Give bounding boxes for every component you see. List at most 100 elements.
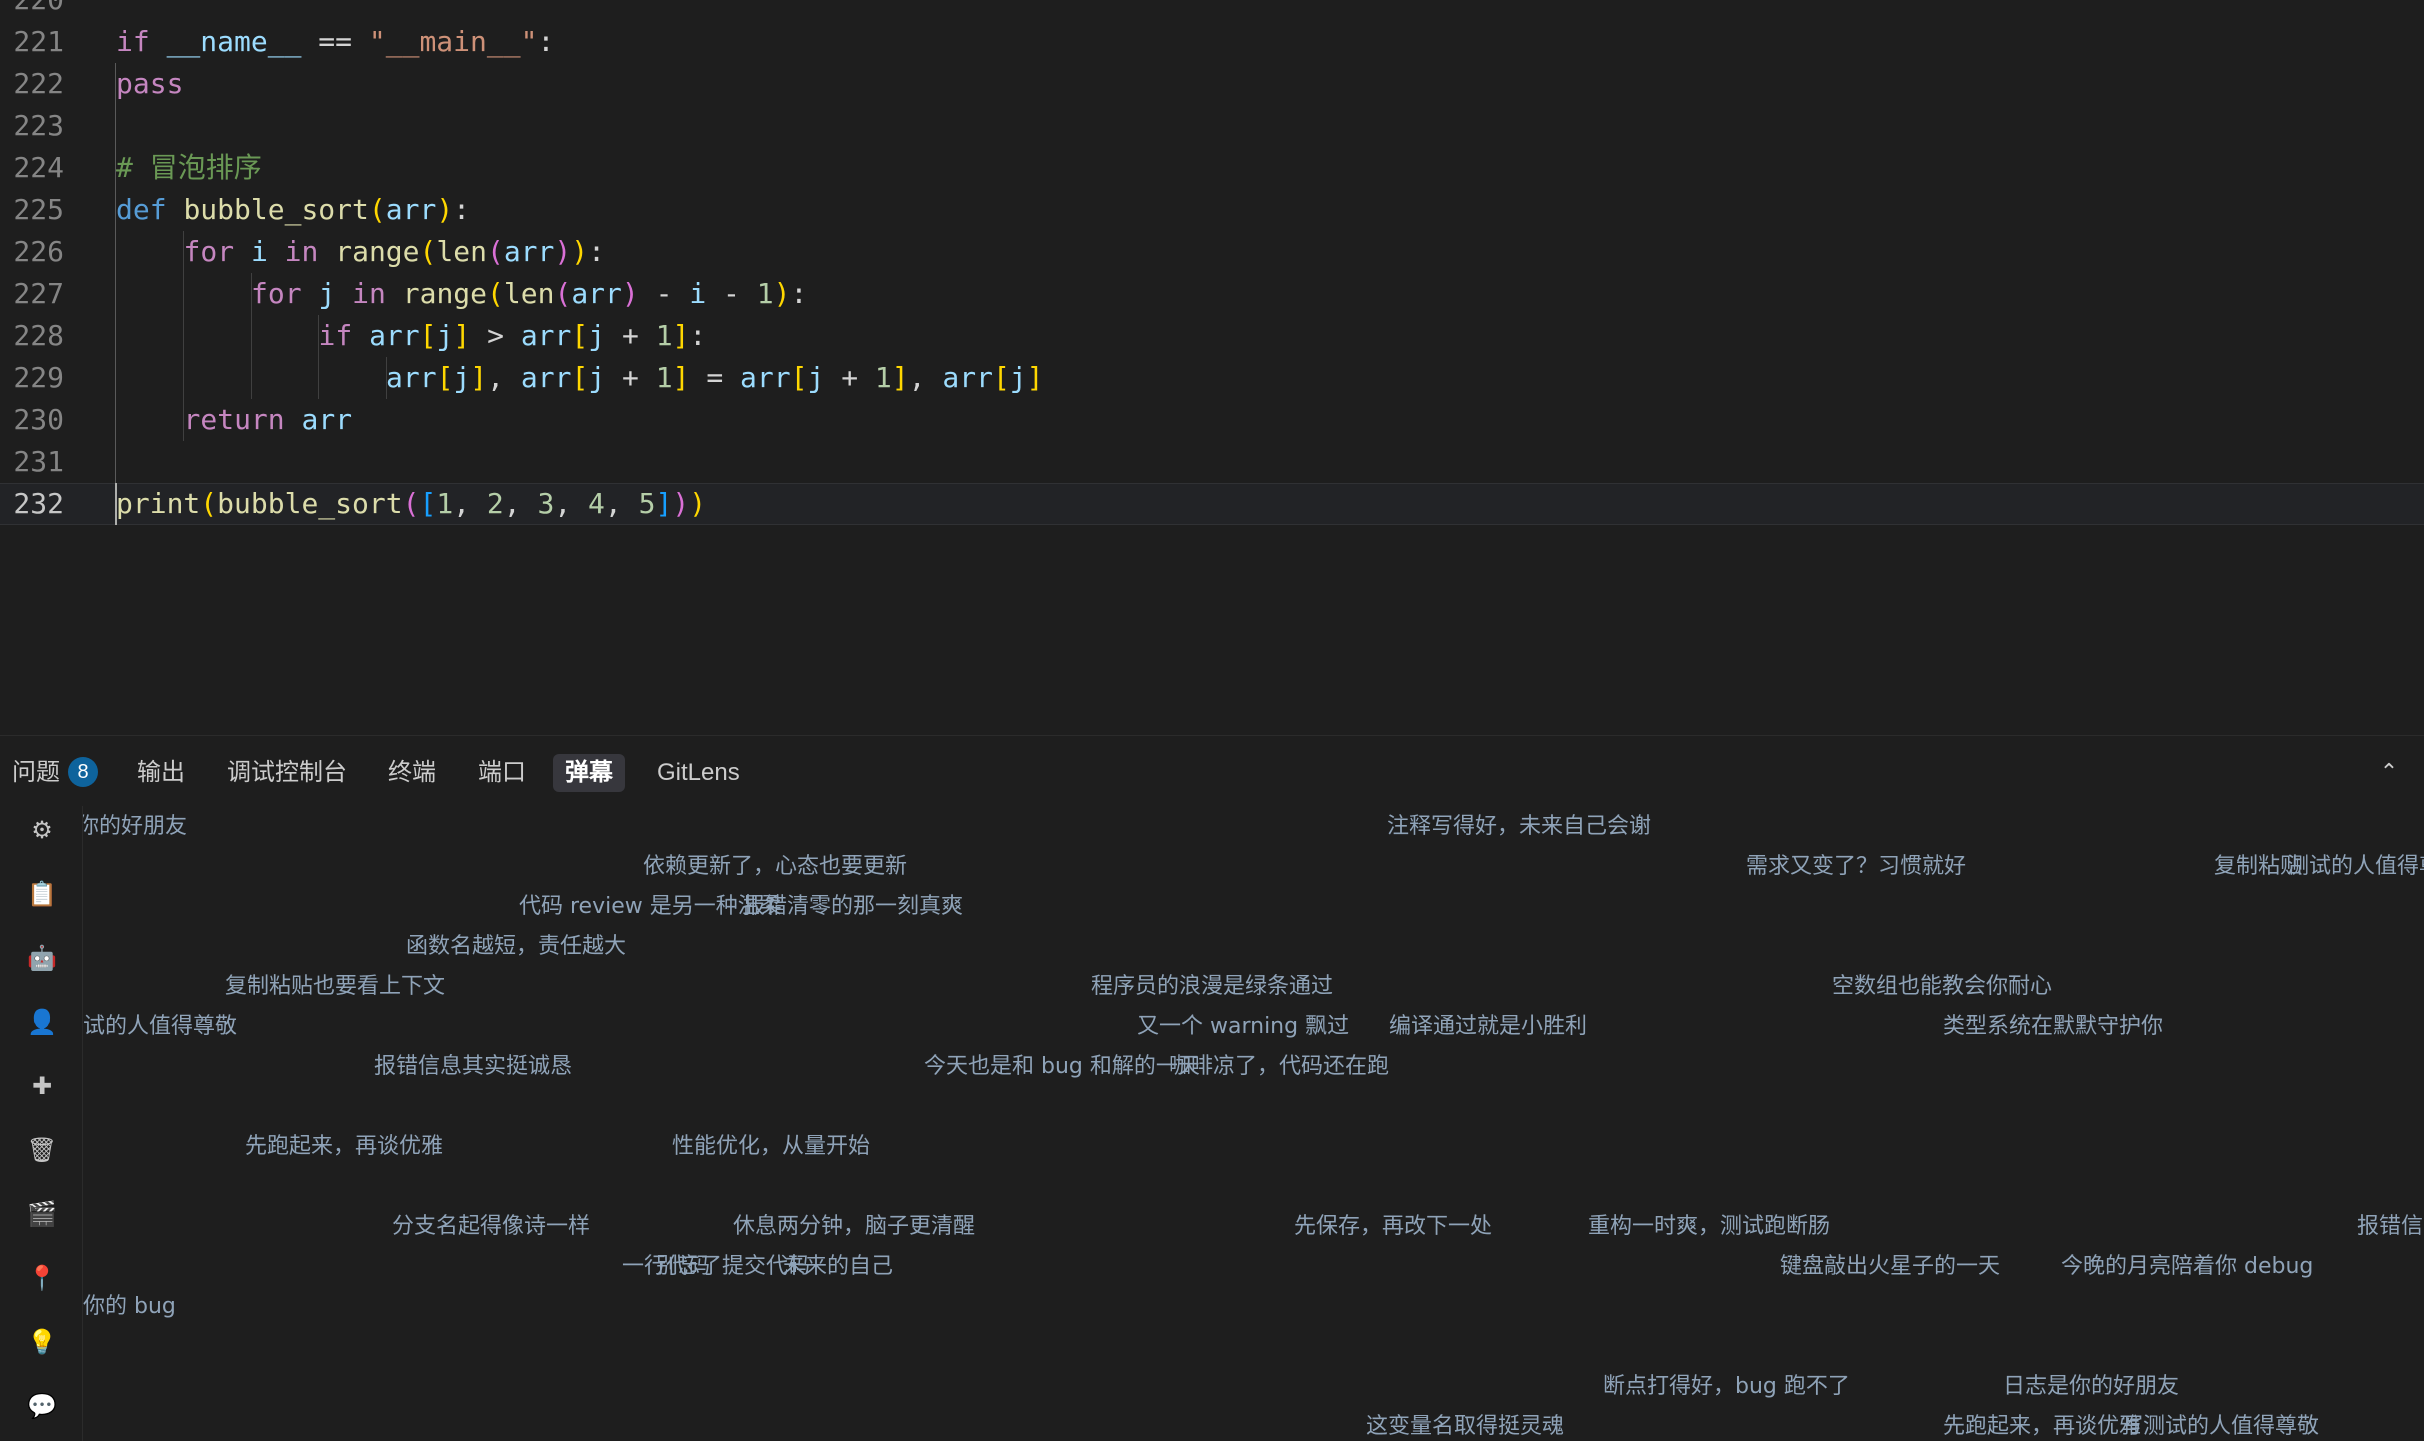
code-token: return bbox=[183, 403, 285, 436]
line-number: 223 bbox=[13, 109, 64, 142]
indent-guide-root bbox=[115, 273, 116, 315]
code-token: for bbox=[251, 277, 302, 310]
code-token: i bbox=[250, 235, 268, 268]
tab-label: 终端 bbox=[388, 759, 436, 786]
code-token: for bbox=[183, 235, 235, 268]
user-icon[interactable]: 👤 bbox=[26, 1006, 58, 1038]
tab-output[interactable]: 输出 bbox=[125, 754, 197, 792]
danmaku-comment: 试的人值得尊敬 bbox=[83, 1014, 238, 1039]
code-line[interactable]: 223 bbox=[0, 105, 2424, 147]
code-token: ) bbox=[672, 487, 690, 520]
danmaku-comment: 又一个 warning 飘过 bbox=[1137, 1014, 1350, 1039]
tab-label: GitLens bbox=[657, 759, 740, 786]
problems-count-badge: 8 bbox=[68, 756, 98, 787]
indent-guide bbox=[250, 315, 252, 357]
code-token: j bbox=[588, 361, 606, 394]
code-line[interactable]: 228 if arr[j] > arr[j + 1]: bbox=[0, 315, 2424, 357]
code-lines[interactable]: 220221if __name__ == "__main__":222pass 2… bbox=[0, 0, 2424, 525]
code-token: : bbox=[537, 25, 555, 58]
code-token: ] bbox=[672, 361, 690, 394]
tab-problems[interactable]: 问题 8 bbox=[0, 754, 110, 792]
tab-terminal[interactable]: 终端 bbox=[376, 754, 448, 792]
code-token: ] bbox=[470, 361, 488, 394]
code-token: - bbox=[706, 277, 757, 310]
code-token: ] bbox=[1026, 361, 1044, 394]
code-editor[interactable]: 220221if __name__ == "__main__":222pass 2… bbox=[0, 0, 2424, 735]
danmaku-comment: 程序员的浪漫是绿条通过 bbox=[1091, 974, 1334, 999]
code-token: ) bbox=[571, 235, 589, 268]
code-line[interactable]: 231 bbox=[0, 441, 2424, 483]
code-token: [ bbox=[436, 361, 454, 394]
code-token: , bbox=[908, 361, 943, 394]
code-token: j bbox=[1009, 361, 1027, 394]
gear-icon[interactable]: ⚙ bbox=[26, 814, 58, 846]
code-token: arr bbox=[386, 361, 437, 394]
code-text: # 冒泡排序 bbox=[116, 147, 262, 189]
code-token: , bbox=[554, 487, 589, 520]
lightbulb-icon[interactable]: 💡 bbox=[26, 1326, 58, 1358]
plus-icon[interactable]: ✚ bbox=[26, 1070, 58, 1102]
code-token: i bbox=[689, 277, 707, 310]
code-line[interactable]: 229 arr[j], arr[j + 1] = arr[j + 1], arr[… bbox=[0, 357, 2424, 399]
code-line[interactable]: 222 pass bbox=[0, 63, 2424, 105]
code-token: bubble_sort bbox=[217, 487, 403, 520]
code-token: len bbox=[503, 277, 555, 310]
tab-debug-console[interactable]: 调试控制台 bbox=[215, 754, 359, 792]
tab-danmaku[interactable]: 弹幕 bbox=[553, 754, 625, 792]
code-token: [ bbox=[419, 487, 437, 520]
danmaku-comment: 未来的自己 bbox=[783, 1254, 894, 1279]
code-line[interactable]: 225 def bubble_sort(arr): bbox=[0, 189, 2424, 231]
indent-guide-root bbox=[115, 399, 116, 441]
clipboard-icon[interactable]: 📋 bbox=[26, 878, 58, 910]
line-number: 232 bbox=[13, 487, 64, 520]
indent-guide bbox=[318, 357, 319, 399]
robot-icon[interactable]: 🤖 bbox=[26, 942, 58, 974]
code-text: for j in range(len(arr) - i - 1): bbox=[251, 273, 807, 315]
tab-label: 调试控制台 bbox=[227, 759, 347, 786]
code-token: bubble_sort bbox=[183, 193, 369, 226]
clapper-icon[interactable]: 🎬 bbox=[26, 1198, 58, 1230]
code-line[interactable]: 224 # 冒泡排序 bbox=[0, 147, 2424, 189]
danmaku-comment: 重构一时爽，测试跑断肠 bbox=[1588, 1214, 1831, 1239]
danmaku-comment: 今晚的月亮陪着你 debug bbox=[2061, 1254, 2314, 1279]
danmaku-comment: 报错信 bbox=[2357, 1214, 2424, 1239]
code-token: ] bbox=[891, 361, 909, 394]
danmaku-comment: 编译通过就是小胜利 bbox=[1389, 1014, 1588, 1039]
panel-tab-bar: 问题 8 输出 调试控制台 终端 端口 弹幕 GitLens ⌃ bbox=[0, 736, 2424, 806]
code-line[interactable]: 221 if __name__ == "__main__": bbox=[0, 21, 2424, 63]
code-token: + bbox=[605, 361, 656, 394]
code-token: ( bbox=[419, 235, 437, 268]
trash-icon[interactable]: 🗑 bbox=[26, 1134, 58, 1166]
code-token: arr bbox=[385, 193, 437, 226]
code-token: ) bbox=[554, 235, 572, 268]
code-line-current[interactable]: 232 print(bubble_sort([1, 2, 3, 4, 5])) bbox=[0, 483, 2424, 525]
tab-label: 输出 bbox=[137, 759, 185, 786]
code-token: arr bbox=[503, 235, 555, 268]
tab-gitlens[interactable]: GitLens bbox=[645, 754, 752, 792]
pin-icon[interactable]: 📍 bbox=[26, 1262, 58, 1294]
danmaku-comment: 这变量名取得挺灵魂 bbox=[1366, 1414, 1565, 1439]
code-line[interactable]: 220 bbox=[0, 0, 2424, 21]
tab-ports[interactable]: 端口 bbox=[466, 754, 538, 792]
indent-guide bbox=[250, 357, 252, 399]
code-token: pass bbox=[116, 67, 184, 100]
line-number: 225 bbox=[13, 193, 64, 226]
code-text: print(bubble_sort([1, 2, 3, 4, 5])) bbox=[116, 483, 706, 525]
code-token: j bbox=[318, 277, 336, 310]
code-line[interactable]: 227 for j in range(len(arr) - i - 1): bbox=[0, 273, 2424, 315]
code-token: j bbox=[436, 319, 454, 352]
danmaku-comment: 先保存，再改下一处 bbox=[1294, 1214, 1493, 1239]
danmaku-comment: 复制粘贴也要看上下文 bbox=[225, 974, 446, 999]
code-line[interactable]: 230 return arr bbox=[0, 399, 2424, 441]
code-line[interactable]: 226 for i in range(len(arr)): bbox=[0, 231, 2424, 273]
code-token: arr bbox=[520, 361, 572, 394]
danmaku-comment: 性能优化，从量开始 bbox=[672, 1134, 871, 1159]
chat-icon[interactable]: 💬 bbox=[26, 1390, 58, 1422]
maximize-panel-chevron-up-icon[interactable]: ⌃ bbox=[2374, 758, 2404, 788]
code-text: for i in range(len(arr)): bbox=[184, 231, 605, 273]
